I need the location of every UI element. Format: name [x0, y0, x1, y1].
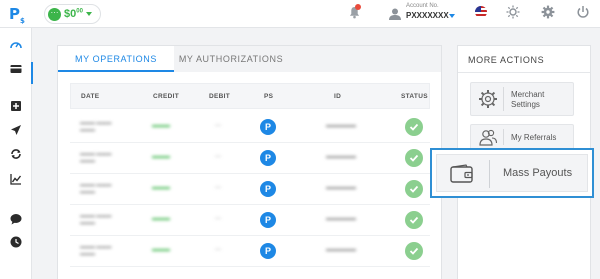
wallet-icon: ··· [48, 7, 61, 21]
column-id[interactable]: ID [334, 93, 341, 100]
date-cell: ▬▬▬ ▬▬▬ ▬▬▬ [80, 182, 112, 195]
id-cell: ▬▬▬▬▬ [326, 247, 356, 253]
column-credit[interactable]: CREDIT [153, 93, 179, 100]
dashboard-icon[interactable] [10, 39, 22, 51]
divider [489, 160, 490, 188]
send-icon[interactable] [10, 124, 22, 136]
status-check-icon [405, 180, 423, 198]
merchant-settings-label-2: Settings [511, 100, 540, 109]
my-referrals-label: My Referrals [511, 133, 557, 142]
clock-icon[interactable] [10, 236, 22, 248]
power-icon[interactable] [576, 5, 590, 19]
balance-amount: $000 [64, 8, 83, 20]
debit-cell: — [215, 154, 221, 160]
table-row[interactable]: ▬▬▬ ▬▬▬ ▬▬▬ ▬▬▬ — P ▬▬▬▬▬ [70, 174, 430, 205]
column-date[interactable]: DATE [81, 93, 99, 100]
divider [458, 72, 590, 73]
table-row[interactable]: ▬▬▬ ▬▬▬ ▬▬▬ ▬▬▬ — P ▬▬▬▬▬ [70, 236, 430, 267]
more-actions-title: MORE ACTIONS [468, 55, 545, 65]
date-cell: ▬▬▬ ▬▬▬ ▬▬▬ [80, 151, 112, 164]
table-row[interactable]: ▬▬▬ ▬▬▬ ▬▬▬ ▬▬▬ — P ▬▬▬▬▬ [70, 205, 430, 236]
add-icon[interactable] [10, 100, 22, 112]
id-cell: ▬▬▬▬▬ [326, 123, 356, 129]
chevron-down-icon [449, 14, 455, 18]
debit-cell: — [215, 247, 221, 253]
chevron-down-icon [85, 12, 92, 16]
us-flag-icon[interactable] [475, 6, 487, 18]
status-check-icon [405, 149, 423, 167]
merchant-settings-button[interactable]: Merchant Settings [470, 82, 574, 116]
payment-system-icon: P [260, 119, 276, 135]
credit-cell: ▬▬▬ [152, 154, 170, 160]
wallet-icon [450, 164, 473, 183]
chat-icon[interactable] [10, 213, 22, 225]
divider [503, 129, 504, 145]
gear-icon[interactable] [541, 5, 555, 19]
users-icon [479, 129, 498, 146]
id-cell: ▬▬▬▬▬ [326, 185, 356, 191]
app-logo[interactable]: P$ [9, 5, 25, 25]
table-header: DATE CREDIT DEBIT PS ID STATUS [70, 83, 430, 109]
credit-cell: ▬▬▬ [152, 123, 170, 129]
date-cell: ▬▬▬ ▬▬▬ ▬▬▬ [80, 120, 112, 133]
balance-dropdown[interactable]: ··· $000 [44, 4, 101, 24]
my-referrals-button[interactable]: My Referrals [470, 124, 574, 150]
operations-card: MY OPERATIONS MY AUTHORIZATIONS DATE CRE… [57, 45, 442, 279]
column-status[interactable]: STATUS [401, 93, 428, 100]
debit-cell: — [215, 185, 221, 191]
exchange-icon[interactable] [10, 148, 22, 160]
column-ps[interactable]: PS [264, 93, 273, 100]
tab-my-operations[interactable]: MY OPERATIONS [58, 46, 174, 72]
tab-my-authorizations[interactable]: MY AUTHORIZATIONS [176, 46, 286, 72]
chart-icon[interactable] [10, 173, 22, 185]
id-cell: ▬▬▬▬▬ [326, 216, 356, 222]
payment-system-icon: P [260, 150, 276, 166]
id-cell: ▬▬▬▬▬ [326, 154, 356, 160]
sun-icon[interactable] [506, 5, 520, 19]
table-row[interactable]: ▬▬▬ ▬▬▬ ▬▬▬ ▬▬▬ — P ▬▬▬▬▬ [70, 143, 430, 174]
divider [503, 87, 504, 111]
notification-badge [355, 4, 361, 10]
status-check-icon [405, 211, 423, 229]
debit-cell: — [215, 123, 221, 129]
date-cell: ▬▬▬ ▬▬▬ ▬▬▬ [80, 244, 112, 257]
column-debit[interactable]: DEBIT [209, 93, 230, 100]
card-icon[interactable] [10, 63, 22, 75]
date-cell: ▬▬▬ ▬▬▬ ▬▬▬ [80, 213, 112, 226]
table-row[interactable]: ▬▬▬ ▬▬▬ ▬▬▬ ▬▬▬ — P ▬▬▬▬▬ [70, 112, 430, 143]
payment-system-icon: P [260, 243, 276, 259]
payment-system-icon: P [260, 181, 276, 197]
top-bar: P$ ··· $000 Account No. PXXXXXXX [0, 0, 600, 28]
left-sidebar [0, 28, 33, 279]
status-check-icon [405, 242, 423, 260]
mass-payouts-button[interactable]: Mass Payouts [436, 154, 588, 192]
active-indicator [31, 62, 33, 84]
credit-cell: ▬▬▬ [152, 247, 170, 253]
mass-payouts-label: Mass Payouts [503, 167, 573, 179]
credit-cell: ▬▬▬ [152, 185, 170, 191]
gear-icon [479, 90, 497, 108]
debit-cell: — [215, 216, 221, 222]
user-icon [389, 8, 401, 20]
credit-cell: ▬▬▬ [152, 216, 170, 222]
status-check-icon [405, 118, 423, 136]
account-number: PXXXXXXX [406, 11, 449, 20]
account-label: Account No. [406, 3, 439, 9]
tab-bar: MY OPERATIONS MY AUTHORIZATIONS [58, 46, 441, 72]
payment-system-icon: P [260, 212, 276, 228]
merchant-settings-label-1: Merchant [511, 90, 545, 99]
mass-payouts-highlight: Mass Payouts [430, 148, 594, 198]
